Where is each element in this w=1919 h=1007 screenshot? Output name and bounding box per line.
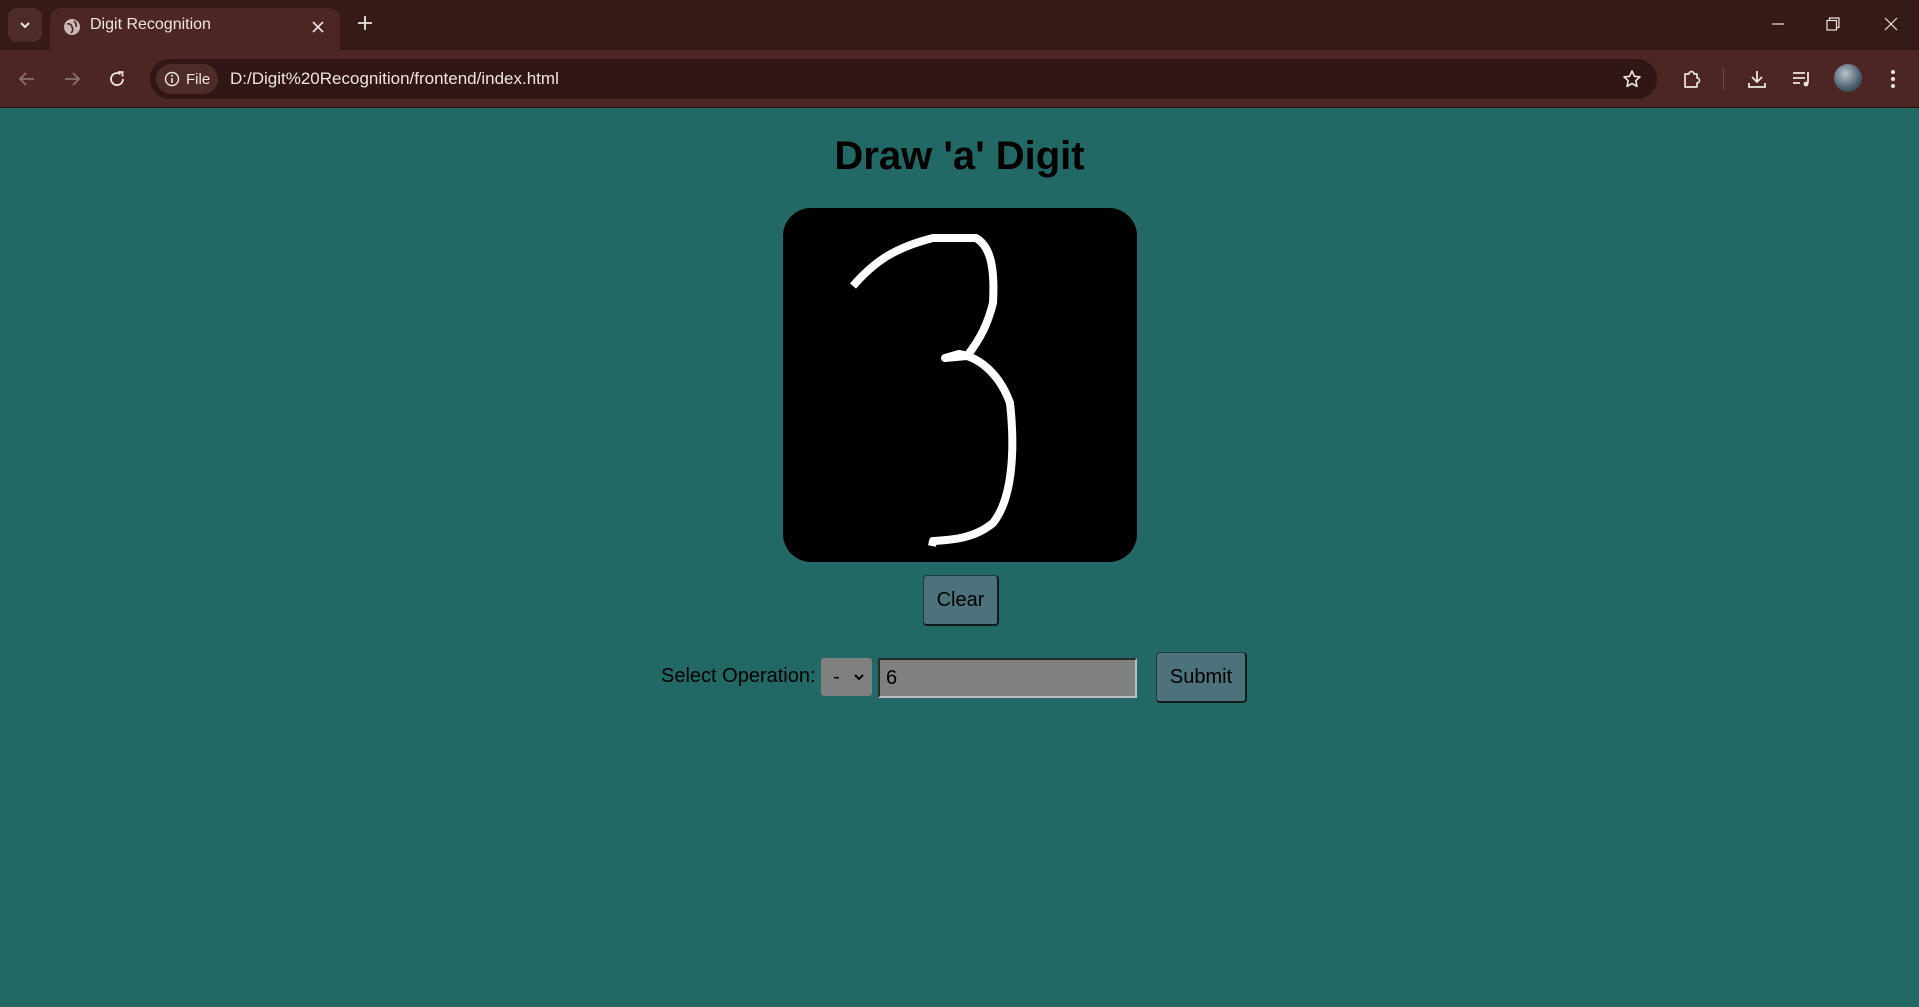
downloads-button[interactable] [1742, 64, 1772, 94]
menu-icon [1891, 70, 1895, 88]
clear-button[interactable]: Clear [923, 575, 999, 626]
back-button[interactable] [12, 64, 42, 94]
drawing-canvas[interactable] [783, 208, 1137, 562]
window-close-icon [1884, 17, 1898, 31]
minimize-icon [1772, 23, 1784, 25]
extensions-icon [1684, 70, 1701, 88]
close-icon [312, 21, 324, 33]
url-text[interactable]: D:/Digit%20Recognition/frontend/index.ht… [230, 69, 559, 89]
tab-search-button[interactable] [8, 8, 42, 42]
media-controls-button[interactable] [1787, 64, 1817, 94]
site-info-chip[interactable]: File [156, 64, 218, 94]
number-input[interactable] [878, 658, 1137, 698]
browser-menu-button[interactable] [1878, 64, 1908, 94]
bookmark-star-button[interactable] [1620, 67, 1644, 91]
submit-button[interactable]: Submit [1156, 652, 1247, 703]
globe-icon [64, 19, 80, 35]
active-tab[interactable]: Digit Recognition [50, 8, 340, 50]
operation-label: Select Operation: [661, 665, 816, 687]
window-close-button[interactable] [1868, 4, 1914, 44]
reload-icon [110, 71, 124, 86]
site-chip-label: File [186, 70, 211, 88]
extensions-button[interactable] [1677, 64, 1707, 94]
handwritten-digit-stroke [849, 234, 1017, 547]
forward-icon [65, 72, 81, 86]
restore-icon [1826, 17, 1840, 31]
profile-avatar[interactable] [1834, 64, 1862, 92]
tab-close-button[interactable] [308, 17, 328, 37]
plus-icon [358, 16, 372, 30]
page-title: Draw 'a' Digit [834, 134, 1085, 178]
tab-strip: Digit Recognition [0, 0, 1919, 50]
back-icon [18, 72, 34, 86]
minimize-button[interactable] [1755, 4, 1801, 44]
tab-title: Digit Recognition [90, 16, 211, 33]
browser-toolbar: File D:/Digit%20Recognition/frontend/ind… [0, 50, 1919, 108]
reload-button[interactable] [102, 64, 132, 94]
operation-select[interactable]: - [821, 658, 872, 696]
restore-button[interactable] [1810, 4, 1856, 44]
media-icon [1793, 72, 1809, 87]
toolbar-separator [1723, 68, 1724, 90]
chevron-down-icon [20, 22, 30, 29]
forward-button[interactable] [57, 64, 87, 94]
chevron-down-icon [854, 674, 864, 681]
download-icon [1748, 71, 1766, 88]
operation-selected-value: - [833, 665, 840, 688]
new-tab-button[interactable] [351, 9, 379, 37]
star-icon [1623, 70, 1641, 88]
info-icon [164, 71, 180, 87]
address-bar[interactable]: File D:/Digit%20Recognition/frontend/ind… [150, 59, 1657, 99]
